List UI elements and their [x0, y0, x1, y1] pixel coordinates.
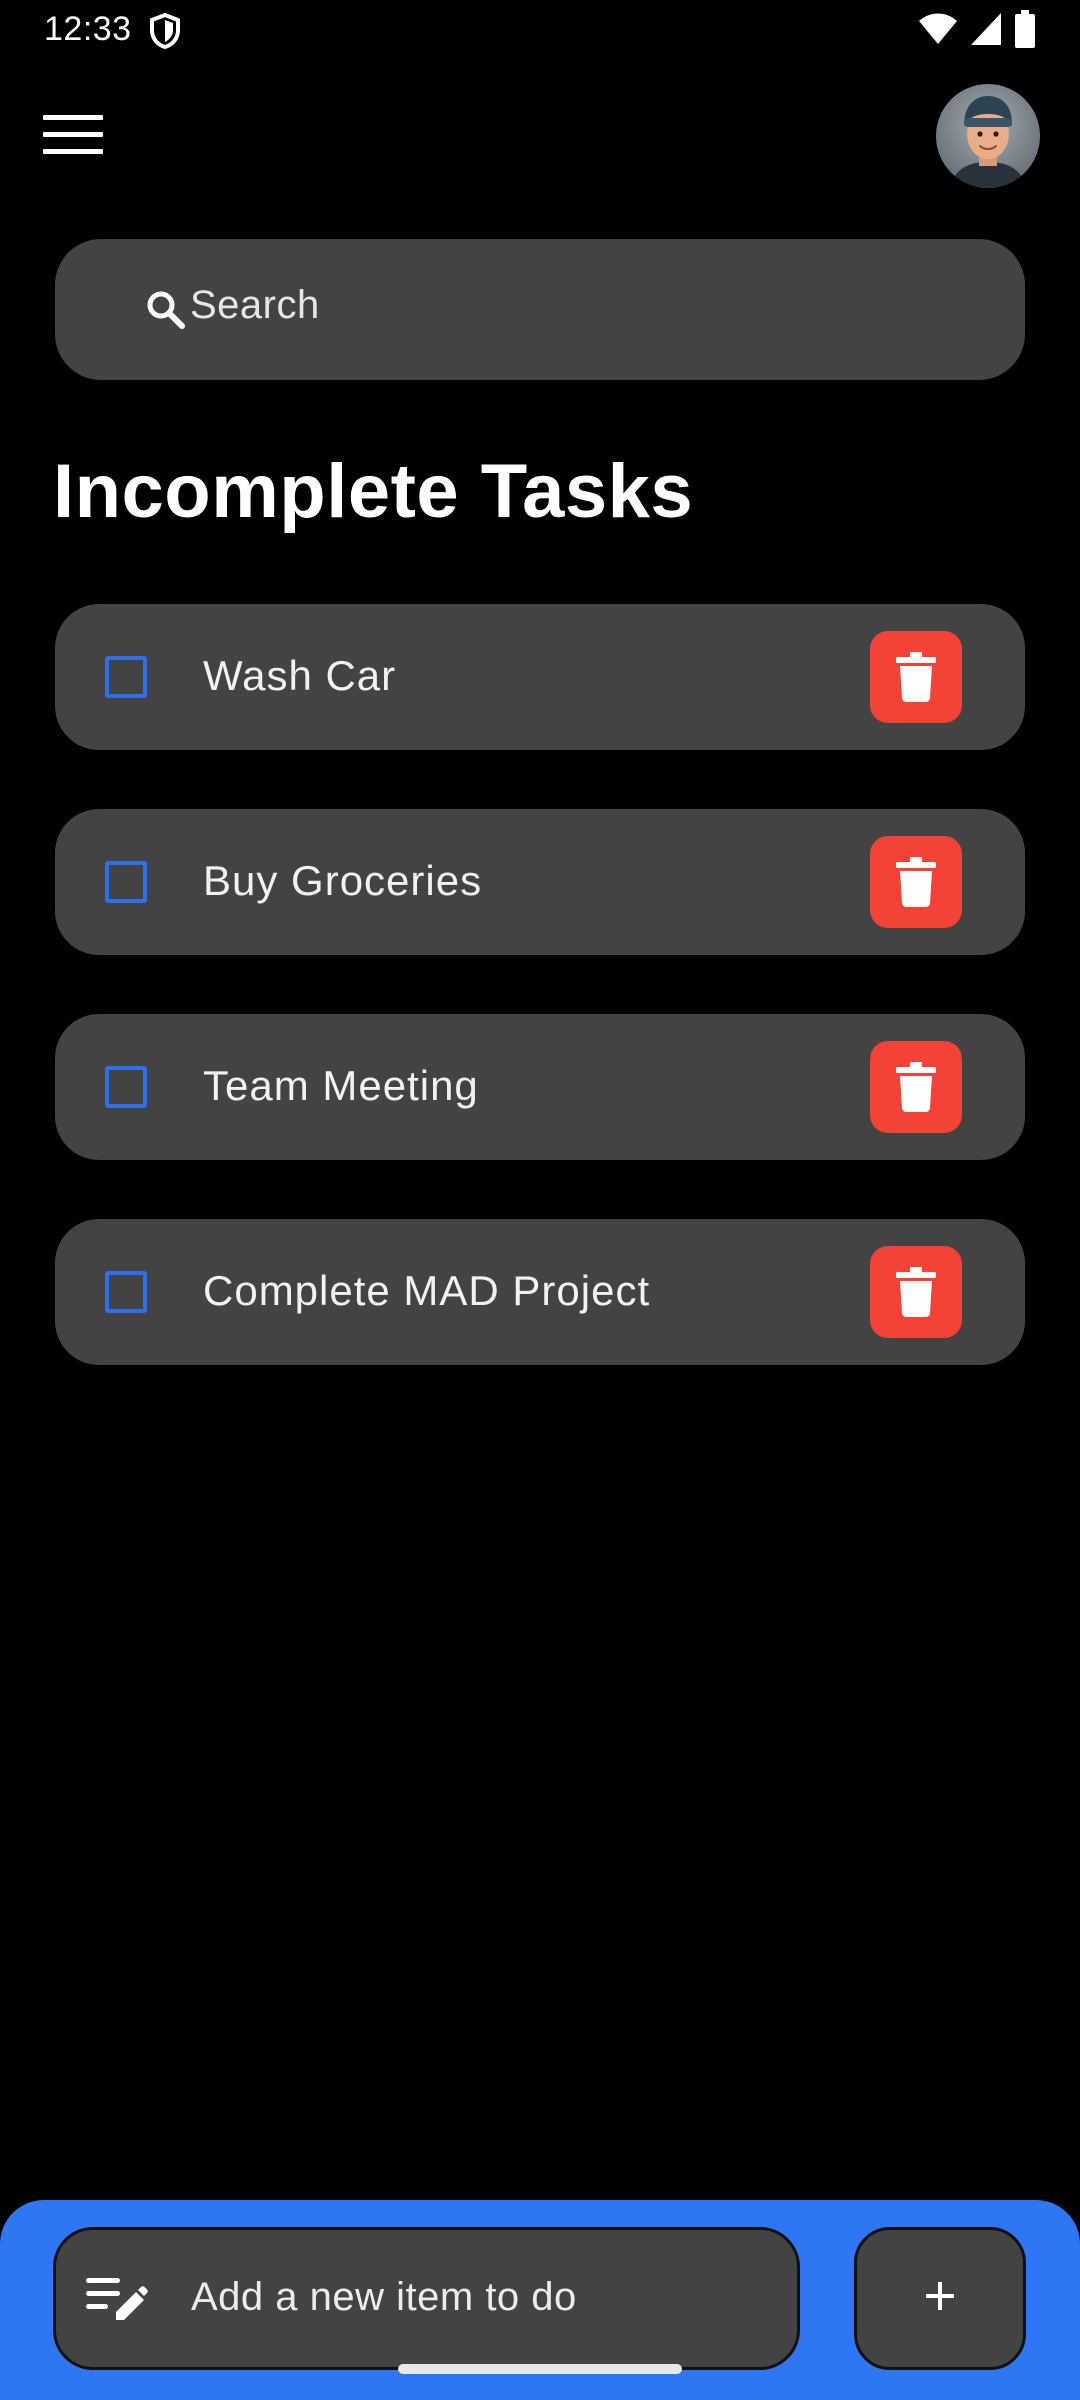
avatar[interactable]: [936, 84, 1040, 188]
home-indicator[interactable]: [398, 2364, 682, 2374]
task-label: Complete MAD Project: [203, 1267, 651, 1314]
add-button[interactable]: [854, 2227, 1026, 2370]
wifi-icon: [918, 12, 958, 51]
delete-button[interactable]: [870, 836, 962, 928]
menu-icon: [43, 114, 103, 160]
task-item[interactable]: Wash Car: [55, 604, 1025, 750]
shield-icon: [148, 12, 182, 50]
task-list: Wash Car Buy Groceries Team Meeting Comp…: [55, 604, 1025, 1424]
battery-icon: [1014, 9, 1036, 53]
search-input[interactable]: Search: [190, 283, 320, 328]
signal-icon: [970, 12, 1002, 51]
delete-button[interactable]: [870, 1246, 962, 1338]
delete-button[interactable]: [870, 1041, 962, 1133]
task-item[interactable]: Team Meeting: [55, 1014, 1025, 1160]
task-checkbox[interactable]: [105, 1271, 147, 1313]
task-label: Buy Groceries: [203, 857, 483, 904]
new-item-input[interactable]: Add a new item to do: [53, 2227, 800, 2370]
task-item[interactable]: Complete MAD Project: [55, 1219, 1025, 1365]
status-bar: 12:33: [0, 0, 1080, 62]
trash-icon: [896, 652, 936, 702]
plus-icon: [924, 2280, 956, 2317]
trash-icon: [896, 857, 936, 907]
search-icon: [143, 287, 189, 333]
delete-button[interactable]: [870, 631, 962, 723]
new-item-placeholder: Add a new item to do: [191, 2275, 577, 2319]
task-checkbox[interactable]: [105, 656, 147, 698]
trash-icon: [896, 1062, 936, 1112]
menu-button[interactable]: [36, 100, 110, 174]
search-bar[interactable]: Search: [55, 239, 1025, 380]
task-item[interactable]: Buy Groceries: [55, 809, 1025, 955]
task-checkbox[interactable]: [105, 1066, 147, 1108]
trash-icon: [896, 1267, 936, 1317]
page-title: Incomplete Tasks: [53, 449, 694, 534]
status-time: 12:33: [44, 10, 132, 48]
task-label: Team Meeting: [203, 1062, 479, 1109]
task-label: Wash Car: [203, 652, 397, 699]
status-icons: [918, 9, 1036, 53]
task-checkbox[interactable]: [105, 861, 147, 903]
edit-note-icon: [86, 2276, 148, 2326]
